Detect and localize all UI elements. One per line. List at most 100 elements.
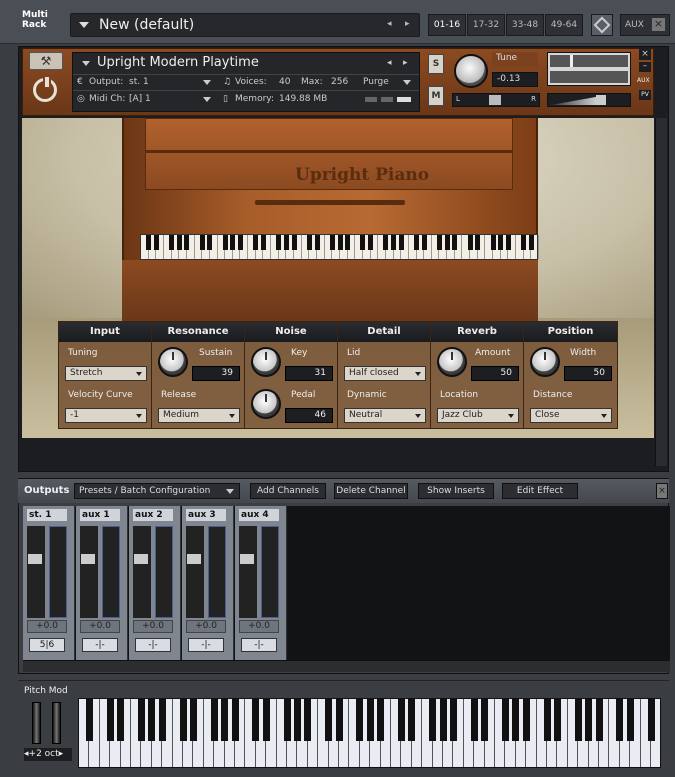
tuning-dropdown[interactable]: Stretch <box>65 366 147 381</box>
black-key[interactable] <box>325 699 333 741</box>
channel-name[interactable]: aux 1 <box>80 509 120 521</box>
fader-handle[interactable] <box>81 554 95 564</box>
multi-preset-selector[interactable]: New (default) ◂ ▸ <box>70 13 420 37</box>
reverb-amount-value[interactable]: 50 <box>471 366 519 381</box>
sustain-value[interactable]: 39 <box>192 366 240 381</box>
output-value[interactable]: st. 1 <box>129 77 149 87</box>
black-key[interactable] <box>158 699 166 741</box>
black-key[interactable] <box>481 699 489 741</box>
key-noise-knob[interactable] <box>251 347 281 377</box>
instrument-scrollbar[interactable] <box>655 118 667 466</box>
channel-fader[interactable] <box>133 526 151 618</box>
add-channels-button[interactable]: Add Channels <box>250 483 326 499</box>
black-key[interactable] <box>512 699 520 741</box>
channel-output-assign[interactable]: 5|6 <box>29 638 65 652</box>
black-key[interactable] <box>616 699 624 741</box>
tune-knob[interactable] <box>454 54 488 88</box>
edit-effect-button[interactable]: Edit Effect <box>502 483 578 499</box>
black-key[interactable] <box>647 699 655 741</box>
velocity-curve-dropdown[interactable]: -1 <box>65 408 147 423</box>
black-key[interactable] <box>148 699 156 741</box>
sustain-knob[interactable] <box>158 347 188 377</box>
channel-name[interactable]: aux 4 <box>239 509 279 521</box>
purge-menu[interactable]: Purge <box>363 77 389 87</box>
dynamic-dropdown[interactable]: Neutral <box>344 408 426 423</box>
black-key[interactable] <box>283 699 291 741</box>
black-key[interactable] <box>231 699 239 741</box>
tune-value[interactable]: -0.13 <box>492 72 538 87</box>
black-key[interactable] <box>304 699 312 741</box>
lid-dropdown[interactable]: Half closed <box>344 366 426 381</box>
aux-toggle[interactable]: AUX × <box>620 14 670 36</box>
black-key[interactable] <box>189 699 197 741</box>
fader-handle[interactable] <box>187 554 201 564</box>
black-key[interactable] <box>221 699 229 741</box>
black-key[interactable] <box>210 699 218 741</box>
octave-selector[interactable]: ◂+2 oct▸ <box>24 748 72 761</box>
pedal-noise-value[interactable]: 46 <box>285 408 333 423</box>
mute-button[interactable]: M <box>428 86 444 106</box>
channel-output-assign[interactable]: -|- <box>82 638 118 652</box>
black-key[interactable] <box>585 699 593 741</box>
next-instrument-icon[interactable]: ▸ <box>403 58 408 68</box>
pedal-noise-knob[interactable] <box>251 389 281 419</box>
show-inserts-button[interactable]: Show Inserts <box>418 483 494 499</box>
black-key[interactable] <box>449 699 457 741</box>
channel-fader[interactable] <box>186 526 204 618</box>
black-key[interactable] <box>429 699 437 741</box>
black-key[interactable] <box>595 699 603 741</box>
distance-dropdown[interactable]: Close <box>530 408 612 423</box>
channel-fader[interactable] <box>239 526 257 618</box>
mod-wheel[interactable] <box>52 702 61 744</box>
outputs-scrollbar[interactable] <box>23 660 670 672</box>
next-preset-icon[interactable]: ▸ <box>405 19 410 29</box>
instrument-name[interactable]: Upright Modern Playtime <box>97 55 259 70</box>
close-icon[interactable]: × <box>656 483 668 499</box>
solo-button[interactable]: S <box>428 54 444 74</box>
black-key[interactable] <box>293 699 301 741</box>
channel-name[interactable]: aux 2 <box>133 509 173 521</box>
channel-db-value[interactable]: +0.0 <box>80 620 120 633</box>
fader-handle[interactable] <box>240 554 254 564</box>
pv-button[interactable]: PV <box>639 90 651 100</box>
minimize-icon[interactable]: – <box>639 62 651 72</box>
width-knob[interactable] <box>530 347 560 377</box>
black-key[interactable] <box>574 699 582 741</box>
key-noise-value[interactable]: 31 <box>285 366 333 381</box>
black-key[interactable] <box>106 699 114 741</box>
black-key[interactable] <box>366 699 374 741</box>
presets-batch-dropdown[interactable]: Presets / Batch Configuration <box>74 483 240 499</box>
prev-preset-icon[interactable]: ◂ <box>387 19 392 29</box>
max-voices-value[interactable]: 256 <box>331 77 348 87</box>
black-key[interactable] <box>522 699 530 741</box>
channel-fader[interactable] <box>27 526 45 618</box>
channel-db-value[interactable]: +0.0 <box>27 620 67 633</box>
preset-menu-icon[interactable] <box>79 22 89 28</box>
black-key[interactable] <box>335 699 343 741</box>
channel-output-assign[interactable]: -|- <box>241 638 277 652</box>
black-key[interactable] <box>179 699 187 741</box>
rack-view-button[interactable] <box>591 14 613 36</box>
black-key[interactable] <box>85 699 93 741</box>
page-tab-4[interactable]: 49-64 <box>545 14 583 36</box>
black-key[interactable] <box>543 699 551 741</box>
wrench-icon[interactable]: ⚒ <box>29 52 63 70</box>
channel-name[interactable]: st. 1 <box>27 509 67 521</box>
black-key[interactable] <box>553 699 561 741</box>
black-key[interactable] <box>117 699 125 741</box>
black-key[interactable] <box>252 699 260 741</box>
pitch-wheel[interactable] <box>32 702 41 744</box>
channel-db-value[interactable]: +0.0 <box>133 620 173 633</box>
black-key[interactable] <box>626 699 634 741</box>
close-icon[interactable]: × <box>652 18 665 31</box>
instrument-menu-icon[interactable] <box>82 61 90 66</box>
black-key[interactable] <box>408 699 416 741</box>
channel-db-value[interactable]: +0.0 <box>186 620 226 633</box>
pan-handle[interactable] <box>489 95 501 105</box>
volume-slider[interactable] <box>547 93 631 107</box>
fader-handle[interactable] <box>28 554 42 564</box>
release-dropdown[interactable]: Medium <box>158 408 240 423</box>
midi-dropdown-icon[interactable] <box>203 97 211 102</box>
delete-channel-button[interactable]: Delete Channel <box>334 483 408 499</box>
output-dropdown-icon[interactable] <box>203 80 211 85</box>
